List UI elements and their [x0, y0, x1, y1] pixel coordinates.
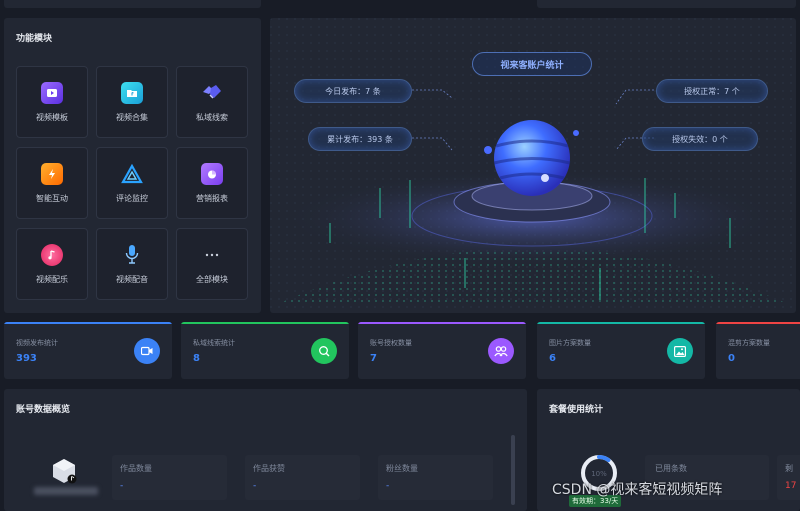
- scrollbar[interactable]: [511, 435, 515, 505]
- remaining-count-box: 剩 17: [777, 455, 800, 500]
- account-overview-title: 账号数据概览: [16, 405, 71, 415]
- used-count-label: 已用条数: [655, 464, 687, 473]
- stat-value: 8: [193, 353, 200, 364]
- module-label: 视频合集: [116, 112, 148, 122]
- box-label: 粉丝数量: [386, 464, 418, 473]
- stat-card-private-leads[interactable]: 私域线索统计 8: [181, 322, 349, 379]
- stat-card-image-schemes[interactable]: 图片方案数量 6: [537, 322, 705, 379]
- pie-report-icon: [201, 162, 223, 185]
- hero-title: 视来客账户统计: [472, 52, 592, 76]
- box-label: 作品获赞: [253, 464, 285, 473]
- remaining-value: 17: [785, 481, 797, 491]
- accent-bar: [181, 322, 349, 324]
- module-label: 营销报表: [196, 193, 228, 203]
- total-published-pill: 累计发布：393 条: [308, 127, 412, 151]
- accent-bar: [537, 322, 705, 324]
- stat-label: 混剪方案数量: [728, 339, 770, 347]
- stat-card-mix-schemes[interactable]: 混剪方案数量 0: [716, 322, 800, 379]
- microphone-icon: [121, 244, 143, 266]
- stat-label: 账号授权数量: [370, 339, 412, 347]
- box-value: -: [386, 481, 390, 491]
- csdn-watermark: CSDN @视来客短视频矩阵: [552, 482, 723, 498]
- modules-panel: 功能模块 视频模板 视频合集 私域线索 智能互动 评论监控 营销报表 视频配乐 …: [4, 18, 261, 313]
- stat-value: 7: [370, 353, 377, 364]
- module-label: 视频配音: [116, 274, 148, 284]
- module-label: 全部模块: [196, 274, 228, 284]
- module-video-music[interactable]: 视频配乐: [16, 228, 88, 300]
- today-published-pill: 今日发布：7 条: [294, 79, 412, 103]
- box-label: 作品数量: [120, 464, 152, 473]
- accent-bar: [358, 322, 526, 324]
- module-video-template[interactable]: 视频模板: [16, 66, 88, 138]
- usage-percent: 10%: [591, 470, 607, 478]
- stat-label: 私域线索统计: [193, 339, 235, 347]
- video-collection-icon: [121, 81, 143, 104]
- image-icon: [667, 338, 693, 364]
- works-likes-box: 作品获赞 -: [245, 455, 360, 500]
- stat-card-account-auth[interactable]: 账号授权数量 7: [358, 322, 526, 379]
- stat-value: 0: [728, 353, 735, 364]
- stat-value: 6: [549, 353, 556, 364]
- monitor-triangle-icon: [121, 163, 143, 185]
- accent-bar: [716, 322, 800, 324]
- module-comment-monitor[interactable]: 评论监控: [96, 147, 168, 219]
- module-label: 智能互动: [36, 193, 68, 203]
- music-icon: [41, 243, 63, 266]
- module-marketing-report[interactable]: 营销报表: [176, 147, 248, 219]
- stat-value: 393: [16, 353, 37, 364]
- module-all-modules[interactable]: 全部模块: [176, 228, 248, 300]
- module-label: 评论监控: [116, 193, 148, 203]
- handshake-icon: [201, 82, 223, 104]
- auth-failed-pill: 授权失效：0 个: [642, 127, 758, 151]
- accent-bar: [4, 322, 172, 324]
- stat-label: 图片方案数量: [549, 339, 591, 347]
- module-label: 私域线索: [196, 112, 228, 122]
- video-template-icon: [41, 81, 63, 104]
- users-icon: [488, 338, 514, 364]
- stat-label: 视频发布统计: [16, 339, 58, 347]
- account-name-blurred: [34, 487, 98, 495]
- package-usage-title: 套餐使用统计: [549, 405, 604, 415]
- account-stats-hero: 视来客账户统计 今日发布：7 条 累计发布：393 条 授权正常：7 个 授权失…: [270, 18, 796, 313]
- more-icon: [201, 244, 223, 266]
- module-label: 视频模板: [36, 112, 68, 122]
- modules-title: 功能模块: [16, 34, 53, 44]
- lightning-icon: [41, 162, 63, 185]
- box-value: -: [120, 481, 124, 491]
- module-label: 视频配乐: [36, 274, 68, 284]
- video-camera-icon: [134, 338, 160, 364]
- top-strip-left: [4, 0, 261, 8]
- top-strip-right: [537, 0, 796, 8]
- module-smart-interaction[interactable]: 智能互动: [16, 147, 88, 219]
- box-value: -: [253, 481, 257, 491]
- module-private-leads[interactable]: 私域线索: [176, 66, 248, 138]
- avatar: [51, 457, 77, 485]
- works-count-box: 作品数量 -: [112, 455, 227, 500]
- modules-grid: 视频模板 视频合集 私域线索 智能互动 评论监控 营销报表 视频配乐 视频配音 …: [16, 66, 248, 300]
- fans-count-box: 粉丝数量 -: [378, 455, 493, 500]
- stat-card-video-publish[interactable]: 视频发布统计 393: [4, 322, 172, 379]
- search-chat-icon: [311, 338, 337, 364]
- auth-normal-pill: 授权正常：7 个: [656, 79, 768, 103]
- account-overview-panel: 账号数据概览 作品数量 - 作品获赞 - 粉丝数量 -: [4, 389, 527, 511]
- module-video-collection[interactable]: 视频合集: [96, 66, 168, 138]
- module-video-dubbing[interactable]: 视频配音: [96, 228, 168, 300]
- remaining-label: 剩: [785, 464, 793, 473]
